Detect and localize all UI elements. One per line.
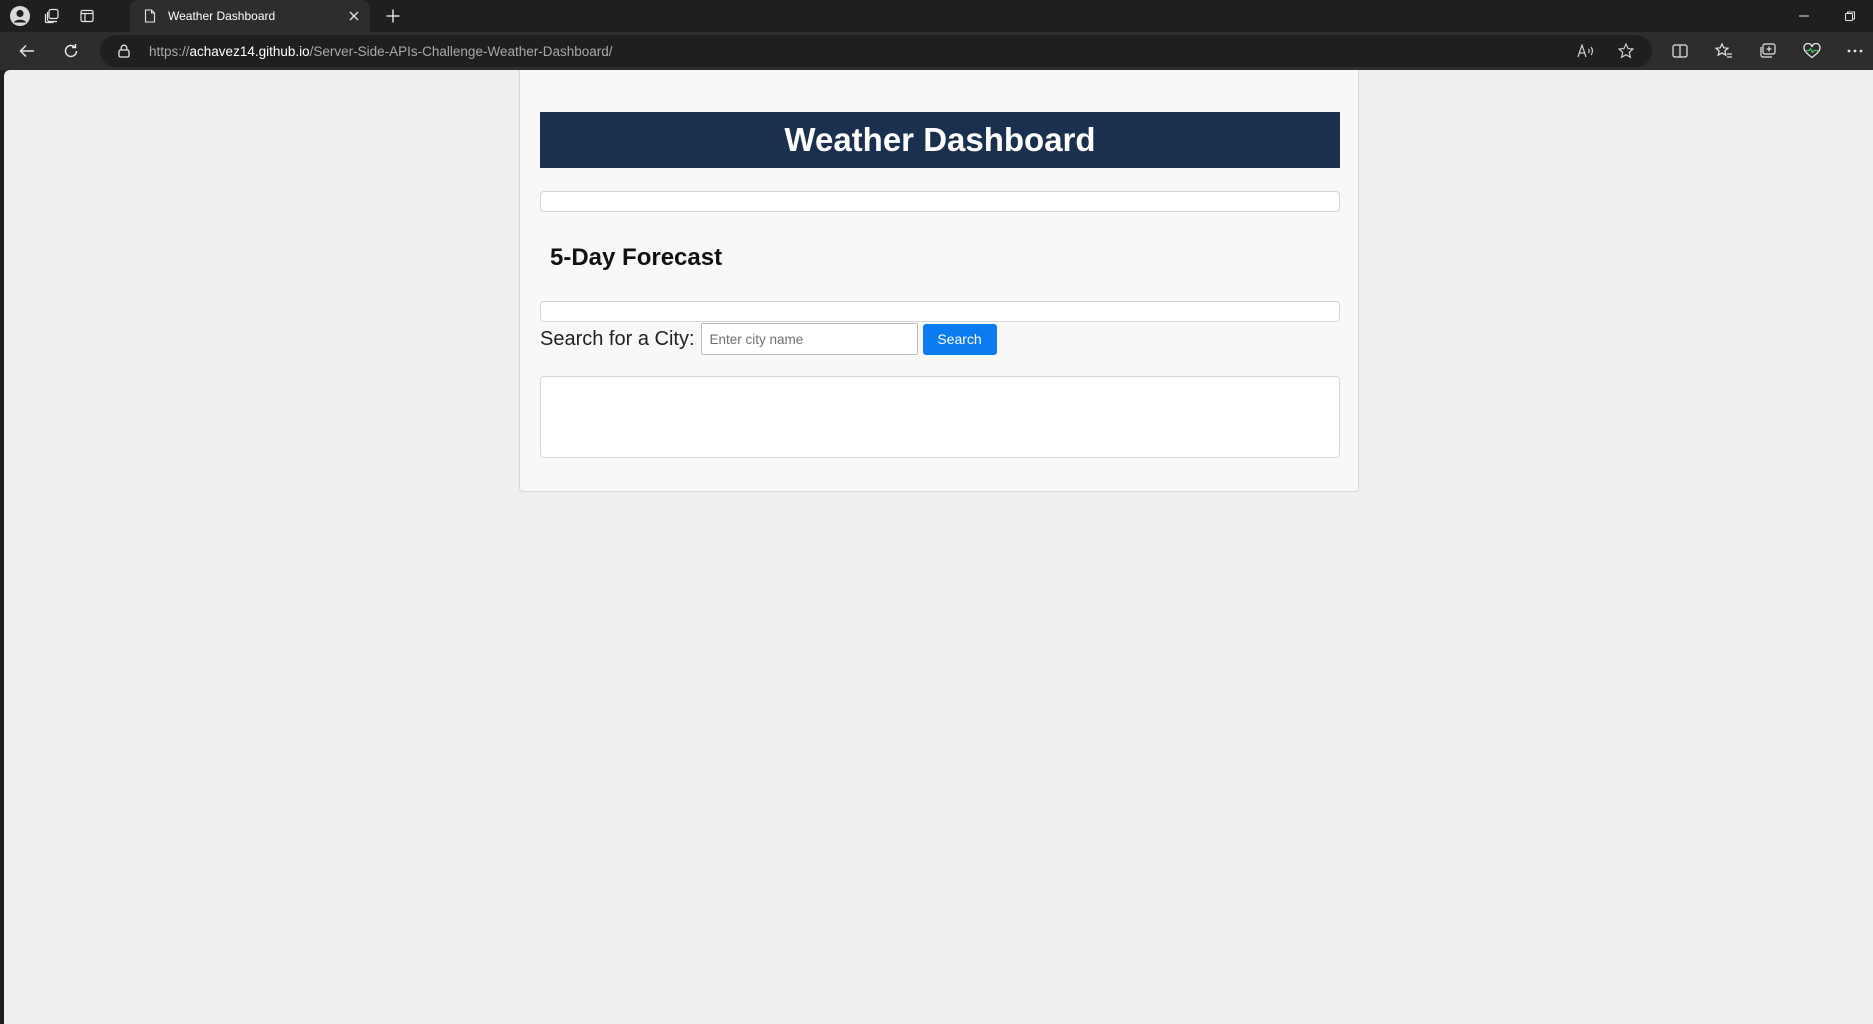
url-host: achavez14.github.io <box>189 44 310 59</box>
restore-icon[interactable] <box>1836 4 1864 28</box>
split-screen-icon[interactable] <box>1667 39 1693 63</box>
star-icon[interactable] <box>1615 40 1637 62</box>
lock-icon[interactable] <box>116 43 132 59</box>
tab-bar: Weather Dashboard <box>0 0 1873 32</box>
page-icon <box>142 8 158 24</box>
search-label: Search for a City: <box>540 327 695 350</box>
dashboard-container: Weather Dashboard 5-Day Forecast Search … <box>519 70 1359 492</box>
favorites-list-icon[interactable] <box>1711 39 1737 63</box>
browser-window: Weather Dashboard https://achavez14.gith <box>0 0 1873 1024</box>
search-history-box <box>540 376 1340 458</box>
page-header: Weather Dashboard <box>540 112 1340 168</box>
forecast-box <box>540 301 1340 322</box>
workspaces-icon[interactable] <box>40 4 64 28</box>
search-form: Search for a City: Search <box>540 322 997 356</box>
url-scheme: https:// <box>149 44 190 59</box>
read-aloud-icon[interactable] <box>1575 40 1597 62</box>
minimize-icon[interactable] <box>1790 4 1818 28</box>
city-search-input[interactable] <box>700 323 918 355</box>
address-bar[interactable]: https://achavez14.github.io/Server-Side-… <box>100 35 1652 67</box>
heart-pulse-icon[interactable] <box>1799 39 1825 63</box>
profile-avatar-icon[interactable] <box>8 4 32 28</box>
close-icon[interactable] <box>346 8 362 24</box>
forecast-title: 5-Day Forecast <box>550 244 723 271</box>
current-weather-box <box>540 191 1340 212</box>
plus-icon[interactable] <box>381 4 405 28</box>
arrow-left-icon[interactable] <box>14 39 40 63</box>
tab-title: Weather Dashboard <box>168 9 276 23</box>
collections-icon[interactable] <box>1755 39 1781 63</box>
url-text[interactable]: https://achavez14.github.io/Server-Side-… <box>149 44 613 59</box>
search-button[interactable]: Search <box>922 323 997 355</box>
page-title: Weather Dashboard <box>784 121 1096 158</box>
url-path: /Server-Side-APIs-Challenge-Weather-Dash… <box>309 44 613 59</box>
page-viewport: Weather Dashboard 5-Day Forecast Search … <box>4 70 1873 1024</box>
tab-actions-icon[interactable] <box>75 4 99 28</box>
tab-weather-dashboard[interactable]: Weather Dashboard <box>130 0 370 32</box>
browser-toolbar: https://achavez14.github.io/Server-Side-… <box>0 32 1873 70</box>
refresh-icon[interactable] <box>58 39 84 63</box>
more-dots-icon[interactable] <box>1842 39 1868 63</box>
